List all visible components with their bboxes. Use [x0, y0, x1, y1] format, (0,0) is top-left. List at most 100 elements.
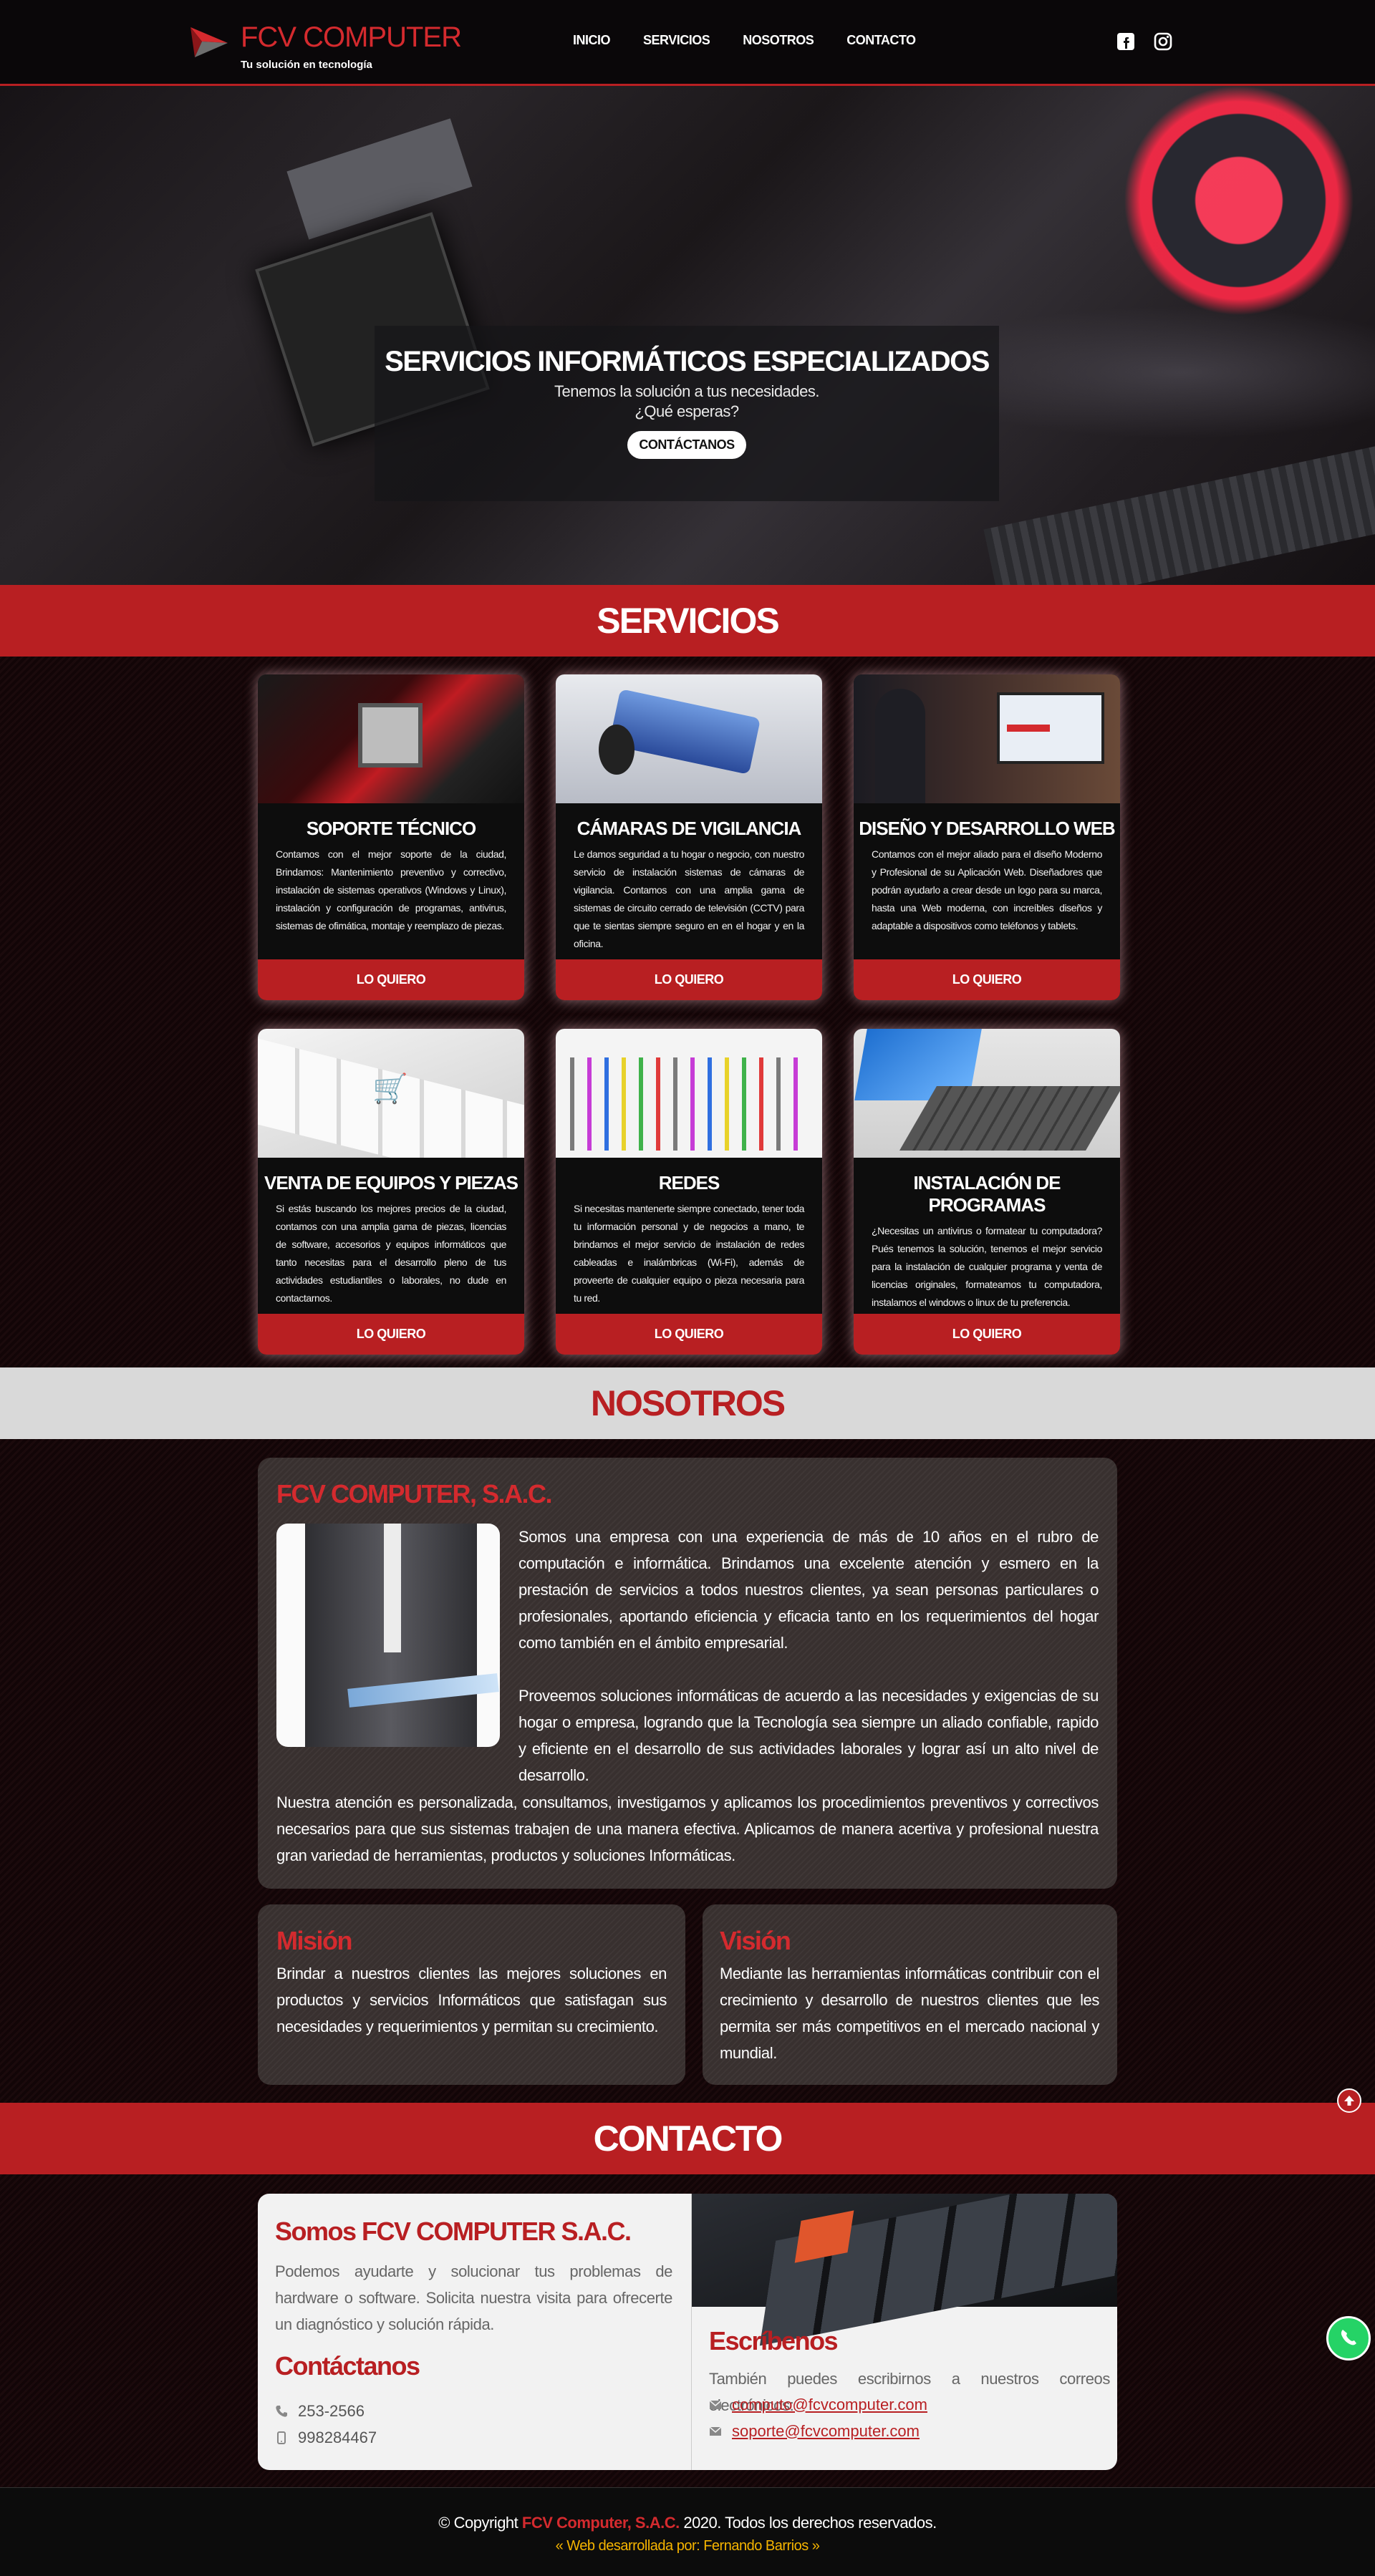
lo-quiero-button[interactable]: LO QUIERO	[556, 1314, 822, 1355]
service-card: DISEÑO Y DESARROLLO WEB Contamos con el …	[854, 674, 1120, 1000]
whatsapp-icon	[1341, 2330, 1356, 2345]
main-nav: INICIO SERVICIOS NOSOTROS CONTACTO	[573, 33, 949, 48]
mobile-number[interactable]: 998284467	[298, 2429, 377, 2447]
nav-inicio[interactable]: INICIO	[573, 33, 611, 48]
nav-nosotros[interactable]: NOSOTROS	[743, 33, 814, 48]
about-panel: FCV COMPUTER, S.A.C. Somos una empresa c…	[258, 1458, 1117, 1889]
email-link-computo[interactable]: computo@fcvcomputer.com	[732, 2396, 927, 2414]
service-text: Si estás buscando los mejores precios de…	[276, 1203, 506, 1304]
nav-contacto[interactable]: CONTACTO	[846, 33, 916, 48]
hero-box: SERVICIOS INFORMÁTICOS ESPECIALIZADOS Te…	[375, 326, 999, 501]
double-chevron-right-icon: »	[811, 2538, 820, 2554]
hero-title: SERVICIOS INFORMÁTICOS ESPECIALIZADOS	[385, 346, 990, 377]
security-camera-image	[556, 674, 822, 803]
service-card: SOPORTE TÉCNICO Contamos con el mejor so…	[258, 674, 524, 1000]
mision-text: Brindar a nuestros clientes las mejores …	[276, 1965, 667, 2035]
email-row-2: soporte@fcvcomputer.com	[709, 2418, 920, 2444]
brand-tagline: Tu solución en tecnología	[241, 59, 372, 71]
envelope-icon	[709, 2399, 722, 2409]
service-title: SOPORTE TÉCNICO	[306, 818, 476, 839]
vision-text: Mediante las herramientas informáticas c…	[720, 1965, 1099, 2062]
about-paragraph-3: Nuestra atención es personalizada, consu…	[276, 1793, 1099, 1864]
contact-info-panel: Somos FCV COMPUTER S.A.C. Podemos ayudar…	[258, 2194, 691, 2470]
servicios-section: SOPORTE TÉCNICO Contamos con el mejor so…	[0, 657, 1375, 1367]
copyright-prefix: Copyright	[453, 2514, 518, 2532]
envelope-icon	[709, 2426, 722, 2436]
service-title: CÁMARAS DE VIGILANCIA	[576, 818, 802, 839]
service-text: Si necesitas mantenerte siempre conectad…	[574, 1203, 804, 1304]
phone-number[interactable]: 253-2566	[298, 2402, 365, 2421]
network-cables-image	[556, 1029, 822, 1158]
company-name: FCV COMPUTER, S.A.C.	[276, 1479, 553, 1509]
brand-name: FCV COMPUTER	[241, 21, 462, 53]
lo-quiero-button[interactable]: LO QUIERO	[258, 959, 524, 1000]
service-card: INSTALACIÓN DE PROGRAMAS ¿Necesitas un a…	[854, 1029, 1120, 1355]
copyright-suffix: 2020. Todos los derechos reservados.	[683, 2514, 937, 2532]
lo-quiero-button[interactable]: LO QUIERO	[556, 959, 822, 1000]
instagram-icon[interactable]	[1153, 32, 1173, 52]
mision-title: Misión	[276, 1926, 353, 1955]
section-title-contacto: CONTACTO	[0, 2103, 1375, 2174]
service-title: DISEÑO Y DESARROLLO WEB	[859, 818, 1115, 839]
contact-company-title: Somos FCV COMPUTER S.A.C.	[275, 2217, 632, 2246]
mobile-row: 998284467	[275, 2424, 377, 2451]
copyright-company: FCV Computer, S.A.C.	[521, 2514, 680, 2532]
service-title: VENTA DE EQUIPOS Y PIEZAS	[264, 1172, 518, 1193]
service-card: CÁMARAS DE VIGILANCIA Le damos seguridad…	[556, 674, 822, 1000]
web-design-image	[854, 674, 1120, 803]
about-paragraph-2: Proveemos soluciones informáticas de acu…	[518, 1687, 1099, 1784]
section-title-nosotros: NOSOTROS	[0, 1367, 1375, 1439]
email-panel: Escríbenos También puedes escribirnos a …	[691, 2194, 1117, 2470]
whatsapp-button[interactable]	[1326, 2316, 1371, 2360]
arrow-up-icon	[1344, 2096, 1354, 2106]
vision-title: Visión	[720, 1926, 791, 1955]
cart-icon: 🛒	[372, 1073, 408, 1105]
phone-icon	[276, 2405, 287, 2417]
escribenos-title: Escríbenos	[709, 2326, 839, 2355]
businessman-image	[276, 1524, 500, 1747]
hero-line1: Tenemos la solución a tus necesidades.	[554, 382, 819, 400]
social-links	[1116, 32, 1173, 52]
service-card: 🛒 VENTA DE EQUIPOS Y PIEZAS Si estás bus…	[258, 1029, 524, 1355]
double-chevron-left-icon: «	[555, 2538, 564, 2554]
contact-description: Podemos ayudarte y solucionar tus proble…	[275, 2262, 672, 2333]
section-title-servicios: SERVICIOS	[0, 585, 1375, 657]
keyboard-image	[692, 2194, 1117, 2346]
service-title: INSTALACIÓN DE PROGRAMAS	[913, 1172, 1061, 1216]
email-row-1: computo@fcvcomputer.com	[709, 2391, 927, 2418]
site-header: FCV COMPUTER Tu solución en tecnología I…	[0, 0, 1375, 86]
developer-credit[interactable]: « Web desarrollada por: Fernando Barrios…	[0, 2538, 1375, 2555]
hero-line2: ¿Qué esperas?	[635, 402, 739, 420]
about-paragraph-1: Somos una empresa con una experiencia de…	[518, 1528, 1099, 1652]
mision-panel: Misión Brindar a nuestros clientes las m…	[258, 1904, 685, 2085]
motherboard-image	[258, 674, 524, 803]
lo-quiero-button[interactable]: LO QUIERO	[258, 1314, 524, 1355]
email-link-soporte[interactable]: soporte@fcvcomputer.com	[732, 2422, 920, 2441]
copyright-icon: ©	[438, 2514, 450, 2532]
mobile-icon	[277, 2431, 286, 2444]
vision-panel: Visión Mediante las herramientas informá…	[703, 1904, 1117, 2085]
service-text: Contamos con el mejor aliado para el dis…	[872, 848, 1102, 931]
nav-servicios[interactable]: SERVICIOS	[643, 33, 710, 48]
service-text: ¿Necesitas un antivirus o formatear tu c…	[872, 1225, 1102, 1308]
logo[interactable]: FCV COMPUTER Tu solución en tecnología	[188, 21, 462, 72]
nosotros-section: FCV COMPUTER, S.A.C. Somos una empresa c…	[0, 1439, 1375, 2103]
lo-quiero-button[interactable]: LO QUIERO	[854, 1314, 1120, 1355]
keyboard-cart-image: 🛒	[258, 1029, 524, 1158]
scroll-top-button[interactable]	[1337, 2088, 1361, 2113]
hero-banner: SERVICIOS INFORMÁTICOS ESPECIALIZADOS Te…	[0, 86, 1375, 585]
site-footer: © Copyright FCV Computer, S.A.C. 2020. T…	[0, 2487, 1375, 2576]
service-text: Le damos seguridad a tu hogar o negocio,…	[574, 848, 804, 949]
service-title: REDES	[658, 1172, 720, 1193]
facebook-icon[interactable]	[1116, 32, 1136, 52]
hero-contact-button[interactable]: CONTÁCTANOS	[627, 431, 746, 459]
service-card: REDES Si necesitas mantenerte siempre co…	[556, 1029, 822, 1355]
service-text: Contamos con el mejor soporte de la ciud…	[276, 848, 506, 931]
copyright-line: © Copyright FCV Computer, S.A.C. 2020. T…	[0, 2514, 1375, 2532]
logo-arrow-icon	[190, 27, 228, 57]
lo-quiero-button[interactable]: LO QUIERO	[854, 959, 1120, 1000]
credit-text: Web desarrollada por: Fernando Barrios	[566, 2538, 809, 2554]
laptop-image	[854, 1029, 1120, 1158]
contactanos-title: Contáctanos	[275, 2351, 420, 2381]
phone-row: 253-2566	[275, 2398, 365, 2424]
